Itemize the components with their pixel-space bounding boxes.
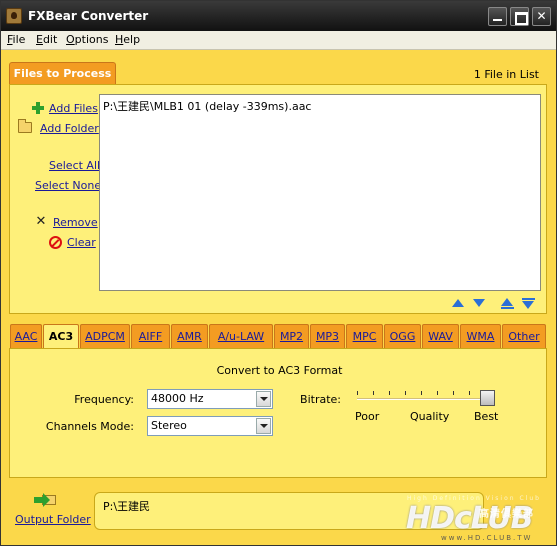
chevron-down-icon[interactable] bbox=[256, 391, 271, 407]
quality-label: Quality bbox=[410, 410, 450, 423]
tab-aac[interactable]: AAC bbox=[10, 324, 42, 348]
tab-ogg[interactable]: OGG bbox=[384, 324, 421, 348]
menu-bar: File Edit Options Help bbox=[1, 31, 556, 50]
channels-mode-select[interactable]: Stereo bbox=[147, 416, 273, 436]
tab-files-to-process[interactable]: Files to Process bbox=[9, 62, 116, 85]
frequency-label: Frequency: bbox=[74, 393, 134, 406]
move-bottom-bar bbox=[522, 298, 535, 300]
move-up-icon[interactable] bbox=[452, 299, 464, 307]
app-window: FXBear Converter File Edit Options Help … bbox=[0, 0, 557, 546]
tab-aiff[interactable]: AIFF bbox=[131, 324, 170, 348]
watermark-url: www.HD.CLUB.TW bbox=[441, 534, 533, 542]
tab-adpcm[interactable]: ADPCM bbox=[80, 324, 130, 348]
bear-app-icon bbox=[6, 8, 22, 24]
tab-wav[interactable]: WAV bbox=[422, 324, 459, 348]
bitrate-label: Bitrate: bbox=[300, 393, 341, 406]
file-list[interactable]: P:\王建民\MLB1 01 (delay -339ms).aac bbox=[99, 94, 541, 291]
add-files-link[interactable]: Add Files bbox=[49, 102, 98, 115]
list-item[interactable]: P:\王建民\MLB1 01 (delay -339ms).aac bbox=[103, 98, 311, 114]
clear-link[interactable]: Clear bbox=[67, 236, 96, 249]
tab-mp3[interactable]: MP3 bbox=[310, 324, 345, 348]
move-down-icon[interactable] bbox=[473, 299, 485, 307]
window-title: FXBear Converter bbox=[28, 9, 149, 23]
slider-tick bbox=[421, 391, 422, 395]
frequency-value: 48000 Hz bbox=[151, 392, 204, 405]
tab-wma[interactable]: WMA bbox=[460, 324, 501, 348]
add-folder-link[interactable]: Add Folder bbox=[40, 122, 99, 135]
move-top-bar bbox=[501, 307, 514, 309]
channels-mode-label: Channels Mode: bbox=[45, 420, 134, 433]
slider-tick bbox=[389, 391, 390, 395]
quality-poor-label: Poor bbox=[355, 410, 380, 423]
move-to-bottom-icon[interactable] bbox=[522, 301, 534, 309]
slider-tick bbox=[453, 391, 454, 395]
slider-tick bbox=[357, 391, 358, 395]
bitrate-slider-thumb[interactable] bbox=[479, 390, 495, 406]
format-panel-title: Convert to AC3 Format bbox=[216, 364, 343, 377]
select-all-link[interactable]: Select All bbox=[49, 159, 100, 172]
frequency-select[interactable]: 48000 Hz bbox=[147, 389, 273, 409]
menu-file[interactable]: File bbox=[7, 33, 25, 46]
tab-amr[interactable]: AMR bbox=[171, 324, 208, 348]
close-button[interactable] bbox=[532, 7, 551, 26]
tab-mp2[interactable]: MP2 bbox=[274, 324, 309, 348]
menu-options[interactable]: Options bbox=[66, 33, 108, 46]
tab-other[interactable]: Other bbox=[502, 324, 546, 348]
menu-edit[interactable]: Edit bbox=[36, 33, 57, 46]
bitrate-slider-track[interactable] bbox=[357, 398, 487, 400]
folder-icon bbox=[18, 119, 32, 133]
slider-tick bbox=[469, 391, 470, 395]
menu-help[interactable]: Help bbox=[115, 33, 140, 46]
clear-no-entry-icon bbox=[49, 236, 62, 249]
title-bar[interactable]: FXBear Converter bbox=[1, 1, 556, 31]
output-path-value: P:\王建民 bbox=[103, 500, 151, 513]
tab-ac3[interactable]: AC3 bbox=[43, 324, 79, 349]
tab-a-u-law[interactable]: A/u-LAW bbox=[209, 324, 273, 348]
add-icon bbox=[31, 101, 45, 115]
minimize-button[interactable] bbox=[488, 7, 507, 26]
quality-best-label: Best bbox=[474, 410, 499, 423]
channels-mode-value: Stereo bbox=[151, 419, 187, 432]
slider-tick bbox=[373, 391, 374, 395]
file-count-label: 1 File in List bbox=[473, 68, 539, 81]
watermark-cjk: 高清俱樂部 bbox=[479, 509, 534, 520]
maximize-button[interactable] bbox=[510, 7, 529, 26]
move-to-top-icon[interactable] bbox=[501, 298, 513, 306]
slider-tick bbox=[405, 391, 406, 395]
remove-x-icon: ✕ bbox=[35, 214, 47, 229]
tab-mpc[interactable]: MPC bbox=[346, 324, 383, 348]
remove-link[interactable]: Remove bbox=[53, 216, 98, 229]
slider-tick bbox=[437, 391, 438, 395]
output-folder-icon[interactable] bbox=[34, 492, 62, 508]
select-none-link[interactable]: Select None bbox=[35, 179, 101, 192]
output-folder-link[interactable]: Output Folder bbox=[15, 513, 91, 526]
chevron-down-icon[interactable] bbox=[256, 418, 271, 434]
